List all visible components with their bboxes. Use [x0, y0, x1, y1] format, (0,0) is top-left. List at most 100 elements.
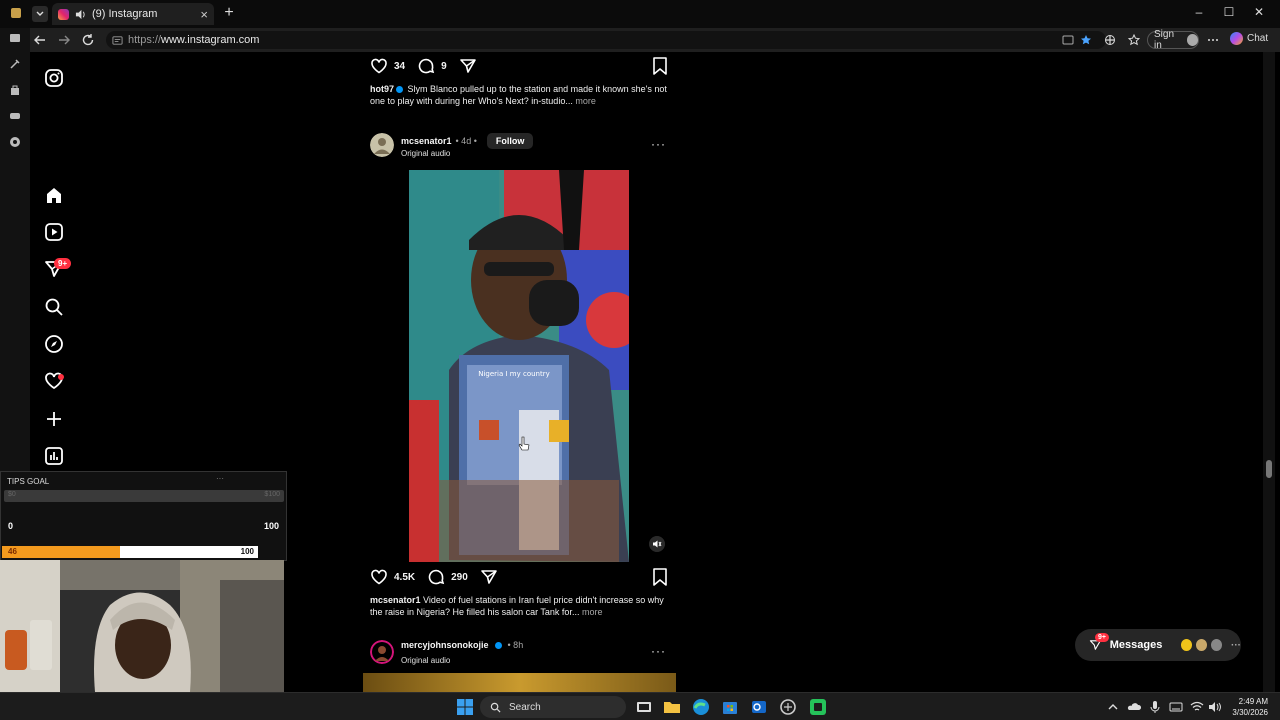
- create-plus-icon[interactable]: [44, 409, 64, 429]
- tab-actions-menu-icon[interactable]: [32, 6, 48, 22]
- tips-track-start: $0: [8, 491, 16, 498]
- task-view-icon[interactable]: [634, 697, 654, 717]
- message-avatar: [1210, 638, 1223, 652]
- refresh-icon[interactable]: [80, 32, 96, 48]
- back-arrow-icon[interactable]: [32, 32, 48, 48]
- copilot-chat-button[interactable]: Chat: [1230, 32, 1268, 45]
- post2-more-link[interactable]: more: [582, 607, 603, 617]
- url-bar[interactable]: https://www.instagram.com: [106, 31, 1106, 49]
- url-scheme: https://: [128, 34, 162, 46]
- tips-track-end: $100: [264, 491, 280, 498]
- post2-avatar[interactable]: [370, 133, 394, 157]
- post1-more-link[interactable]: more: [575, 96, 596, 106]
- search-icon: [490, 702, 501, 713]
- messages-more-icon: ···: [1230, 639, 1241, 651]
- post3-time: • 8h: [507, 640, 524, 650]
- tray-overflow-icon[interactable]: [1106, 700, 1120, 714]
- search-icon[interactable]: [44, 297, 64, 317]
- page-scrollbar[interactable]: [1263, 52, 1275, 692]
- comment-icon[interactable]: [427, 568, 445, 586]
- post2-username[interactable]: mcsenator1: [401, 136, 452, 146]
- volume-icon[interactable]: [1208, 700, 1222, 714]
- media-icon[interactable]: [9, 136, 21, 148]
- save-bookmark-icon[interactable]: [652, 568, 668, 586]
- copilot-icon: [1230, 32, 1243, 45]
- post2-caption-user[interactable]: mcsenator1: [370, 595, 421, 605]
- favorites-icon[interactable]: [1128, 34, 1140, 46]
- store-icon[interactable]: [720, 697, 740, 717]
- clock-time: 2:49 AM: [1238, 697, 1268, 706]
- mute-icon[interactable]: [649, 536, 665, 552]
- minimize-button[interactable]: –: [1184, 5, 1214, 19]
- tips-progress-bar: 46 100: [2, 546, 258, 558]
- scrollbar-thumb[interactable]: [1266, 460, 1272, 478]
- new-tab-button[interactable]: +: [220, 4, 238, 22]
- settings-more-icon[interactable]: [1207, 34, 1219, 46]
- home-icon[interactable]: [44, 185, 64, 205]
- tab-instagram[interactable]: (9) Instagram ×: [52, 3, 214, 25]
- post3-username[interactable]: mercyjohnsonokojie: [401, 640, 489, 650]
- wifi-icon[interactable]: [1190, 700, 1204, 714]
- sign-in-button[interactable]: Sign in: [1147, 29, 1199, 51]
- app-circle-icon[interactable]: [778, 697, 798, 717]
- tab-close-icon[interactable]: ×: [200, 8, 208, 21]
- video-frame-image: Nigeria I my country: [409, 170, 629, 562]
- maximize-button[interactable]: ☐: [1214, 5, 1244, 19]
- onedrive-icon[interactable]: [1127, 700, 1141, 714]
- like-heart-icon[interactable]: [370, 57, 388, 75]
- app-available-icon[interactable]: [1062, 34, 1074, 46]
- share-icon[interactable]: [459, 57, 477, 75]
- webcam-image: [0, 560, 284, 692]
- url-host: www.instagram.com: [161, 34, 260, 46]
- messages-badge: 9+: [1095, 633, 1109, 642]
- tips-menu-icon: ···: [216, 474, 224, 483]
- microphone-icon[interactable]: [1148, 700, 1162, 714]
- tips-progress-fill: [2, 546, 120, 558]
- tips-progress-current: 46: [8, 547, 17, 556]
- post2-user-line: mcsenator1 • 4d • Follow: [401, 133, 534, 149]
- share-icon[interactable]: [480, 568, 498, 586]
- post3-audio-link[interactable]: Original audio: [401, 656, 450, 665]
- chat-label: Chat: [1247, 33, 1269, 44]
- collections-icon[interactable]: [9, 32, 21, 44]
- instagram-logo-icon[interactable]: [44, 68, 64, 88]
- address-toolbar: https://www.instagram.com Sign in Chat: [0, 28, 1280, 52]
- post1-caption-user[interactable]: hot97: [370, 84, 394, 94]
- reels-icon[interactable]: [44, 222, 64, 242]
- instagram-feed: 34 9 hot97 Slym Blanco pulled up to the …: [363, 52, 676, 692]
- browser-profile-icon[interactable]: [10, 7, 22, 19]
- post3-media-preview[interactable]: [363, 673, 676, 692]
- tools-icon[interactable]: [9, 58, 21, 70]
- keyboard-icon[interactable]: [1169, 700, 1183, 714]
- system-clock[interactable]: 2:49 AM 3/30/2026: [1226, 696, 1268, 718]
- save-bookmark-icon[interactable]: [652, 57, 668, 75]
- tab-audio-icon[interactable]: [75, 9, 86, 20]
- shopping-icon[interactable]: [9, 84, 21, 96]
- favorite-star-icon[interactable]: [1080, 34, 1092, 46]
- video-overlay-text: Nigeria I my country: [478, 370, 550, 378]
- close-window-button[interactable]: ✕: [1244, 5, 1274, 19]
- follow-button[interactable]: Follow: [486, 133, 534, 149]
- post2-video[interactable]: Nigeria I my country: [363, 170, 676, 562]
- games-icon[interactable]: [9, 110, 21, 122]
- post1-caption: hot97 Slym Blanco pulled up to the stati…: [370, 83, 670, 107]
- dashboard-icon[interactable]: [44, 446, 64, 466]
- post2-menu-icon[interactable]: ···: [651, 137, 666, 151]
- taskbar-search[interactable]: Search: [480, 696, 626, 718]
- streaming-app-icon[interactable]: [808, 697, 828, 717]
- explore-compass-icon[interactable]: [44, 334, 64, 354]
- extensions-icon[interactable]: [1104, 34, 1116, 46]
- tips-goal-max: 100: [264, 521, 280, 531]
- like-heart-icon[interactable]: [370, 568, 388, 586]
- forward-arrow-icon[interactable]: [56, 32, 72, 48]
- messages-button[interactable]: 9+ Messages ···: [1075, 629, 1241, 661]
- post3-menu-icon[interactable]: ···: [651, 644, 666, 658]
- windows-start-icon[interactable]: [455, 697, 475, 717]
- edge-browser-icon[interactable]: [691, 697, 711, 717]
- post2-audio-link[interactable]: Original audio: [401, 149, 450, 158]
- site-info-icon[interactable]: [112, 35, 123, 46]
- file-explorer-icon[interactable]: [662, 697, 682, 717]
- outlook-icon[interactable]: [749, 697, 769, 717]
- comment-icon[interactable]: [417, 57, 435, 75]
- post3-avatar[interactable]: [370, 640, 394, 664]
